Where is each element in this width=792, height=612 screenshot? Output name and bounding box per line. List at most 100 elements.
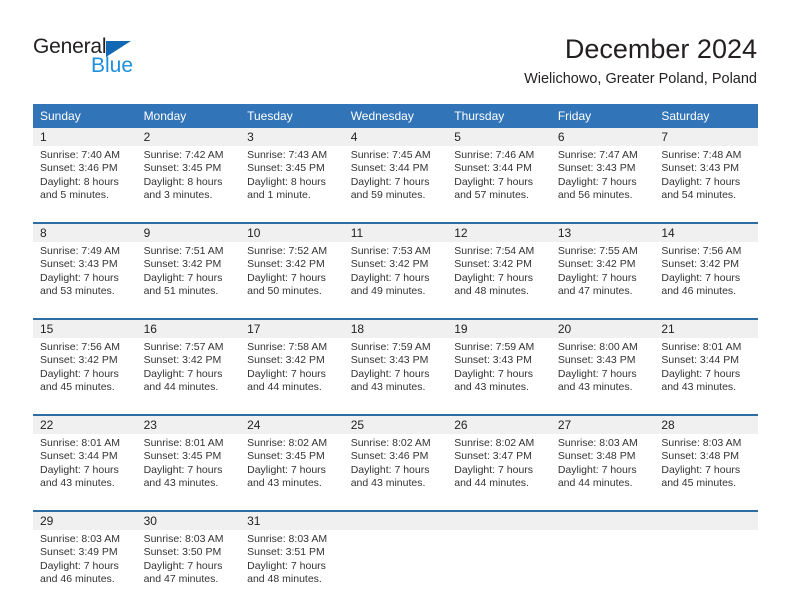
day-number[interactable]: 16: [137, 320, 241, 338]
day-cell[interactable]: Sunrise: 8:00 AM Sunset: 3:43 PM Daylight:…: [551, 338, 655, 406]
day-cell[interactable]: Sunrise: 8:03 AM Sunset: 3:48 PM Daylight:…: [551, 434, 655, 502]
day-cell[interactable]: Sunrise: 8:03 AM Sunset: 3:51 PM Daylight:…: [240, 530, 344, 598]
day-cell[interactable]: Sunrise: 7:45 AM Sunset: 3:44 PM Daylight:…: [344, 146, 448, 214]
day-number[interactable]: 13: [551, 224, 655, 242]
day-cell[interactable]: Sunrise: 7:56 AM Sunset: 3:42 PM Daylight:…: [33, 338, 137, 406]
daylight-text: Daylight: 7 hours: [350, 271, 430, 284]
logo-text-blue: Blue: [91, 54, 134, 77]
day-cell[interactable]: Sunrise: 7:47 AM Sunset: 3:43 PM Daylight:…: [551, 146, 655, 214]
day-cell[interactable]: Sunrise: 7:57 AM Sunset: 3:42 PM Daylight:…: [137, 338, 241, 406]
day-cell[interactable]: Sunrise: 8:03 AM Sunset: 3:48 PM Daylight:…: [654, 434, 758, 502]
sunrise-text: Sunrise: 7:46 AM: [454, 149, 535, 161]
day-number[interactable]: 27: [551, 416, 655, 434]
sunrise-text: Sunrise: 7:42 AM: [143, 149, 224, 161]
day-cell[interactable]: Sunrise: 8:01 AM Sunset: 3:45 PM Daylight:…: [137, 434, 241, 502]
sunrise-text: Sunrise: 7:43 AM: [247, 149, 328, 161]
day-cell: [447, 530, 551, 598]
day-number[interactable]: 31: [240, 512, 344, 530]
day-number[interactable]: 6: [551, 128, 655, 146]
daylight-text: Daylight: 7 hours: [454, 175, 534, 188]
day-cell[interactable]: Sunrise: 8:02 AM Sunset: 3:46 PM Daylight:…: [344, 434, 448, 502]
sunrise-text: Sunrise: 7:59 AM: [454, 341, 535, 353]
day-cell[interactable]: Sunrise: 7:55 AM Sunset: 3:42 PM Daylight:…: [551, 242, 655, 310]
day-detail-band: Sunrise: 7:56 AM Sunset: 3:42 PM Daylight:…: [33, 338, 758, 406]
day-number-band: 22 23 24 25 26 27 28: [33, 416, 758, 434]
day-number[interactable]: 30: [137, 512, 241, 530]
sunset-text: Sunset: 3:44 PM: [40, 450, 118, 463]
day-number[interactable]: 14: [654, 224, 758, 242]
day-number[interactable]: 10: [240, 224, 344, 242]
sunset-text: Sunset: 3:47 PM: [454, 450, 532, 463]
daylight-text: Daylight: 7 hours: [40, 559, 119, 572]
day-number[interactable]: 5: [447, 128, 551, 146]
sunset-text: Sunset: 3:43 PM: [557, 162, 636, 175]
day-cell[interactable]: Sunrise: 8:03 AM Sunset: 3:50 PM Daylight:…: [137, 530, 241, 598]
daylight-text: and 56 minutes.: [557, 189, 633, 202]
sunset-text: Sunset: 3:45 PM: [247, 162, 325, 175]
sunrise-text: Sunrise: 8:02 AM: [350, 437, 431, 449]
day-cell[interactable]: Sunrise: 7:59 AM Sunset: 3:43 PM Daylight:…: [344, 338, 448, 406]
day-number[interactable]: 20: [551, 320, 655, 338]
day-detail-band: Sunrise: 8:01 AM Sunset: 3:44 PM Daylight:…: [33, 434, 758, 502]
daylight-text: and 43 minutes.: [661, 381, 737, 394]
day-number[interactable]: 9: [137, 224, 241, 242]
day-cell[interactable]: Sunrise: 8:02 AM Sunset: 3:47 PM Daylight:…: [447, 434, 551, 502]
sunrise-text: Sunrise: 8:03 AM: [247, 533, 328, 545]
day-cell[interactable]: Sunrise: 7:54 AM Sunset: 3:42 PM Daylight:…: [447, 242, 551, 310]
day-cell[interactable]: Sunrise: 7:58 AM Sunset: 3:42 PM Daylight:…: [240, 338, 344, 406]
day-number[interactable]: 12: [447, 224, 551, 242]
calendar-weeks: 1 2 3 4 5 6 7 Sunrise: 7:40 AM Sunset: 3:46 PM Da…: [33, 128, 758, 598]
day-cell[interactable]: Sunrise: 7:43 AM Sunset: 3:45 PM Daylight:…: [240, 146, 344, 214]
day-cell[interactable]: Sunrise: 7:59 AM Sunset: 3:43 PM Daylight:…: [447, 338, 551, 406]
sunset-text: Sunset: 3:46 PM: [40, 162, 118, 175]
day-number[interactable]: 24: [240, 416, 344, 434]
sunrise-text: Sunrise: 7:57 AM: [143, 341, 224, 353]
day-number[interactable]: 8: [33, 224, 137, 242]
day-cell[interactable]: Sunrise: 7:56 AM Sunset: 3:42 PM Daylight:…: [654, 242, 758, 310]
day-detail-band: Sunrise: 7:49 AM Sunset: 3:43 PM Daylight:…: [33, 242, 758, 310]
day-number[interactable]: 18: [344, 320, 448, 338]
day-number[interactable]: 7: [654, 128, 758, 146]
day-cell[interactable]: Sunrise: 7:40 AM Sunset: 3:46 PM Daylight:…: [33, 146, 137, 214]
day-cell[interactable]: Sunrise: 7:48 AM Sunset: 3:43 PM Daylight:…: [654, 146, 758, 214]
day-cell[interactable]: Sunrise: 7:49 AM Sunset: 3:43 PM Daylight:…: [33, 242, 137, 310]
day-number[interactable]: 21: [654, 320, 758, 338]
day-cell[interactable]: Sunrise: 8:01 AM Sunset: 3:44 PM Daylight:…: [33, 434, 137, 502]
day-number[interactable]: 23: [137, 416, 241, 434]
day-cell[interactable]: Sunrise: 7:52 AM Sunset: 3:42 PM Daylight:…: [240, 242, 344, 310]
weekday-header-wednesday: Wednesday: [350, 109, 414, 123]
day-number[interactable]: 29: [33, 512, 137, 530]
day-number[interactable]: 3: [240, 128, 344, 146]
day-cell[interactable]: Sunrise: 8:02 AM Sunset: 3:45 PM Daylight:…: [240, 434, 344, 502]
day-number[interactable]: 15: [33, 320, 137, 338]
day-number[interactable]: 22: [33, 416, 137, 434]
sunset-text: Sunset: 3:42 PM: [454, 258, 532, 271]
day-number[interactable]: 1: [33, 128, 137, 146]
day-cell[interactable]: Sunrise: 8:01 AM Sunset: 3:44 PM Daylight:…: [654, 338, 758, 406]
day-cell[interactable]: Sunrise: 7:53 AM Sunset: 3:42 PM Daylight:…: [344, 242, 448, 310]
day-number[interactable]: 2: [137, 128, 241, 146]
day-number[interactable]: 19: [447, 320, 551, 338]
day-number: [447, 512, 551, 530]
weekday-header-row: Sunday Monday Tuesday Wednesday Thursday…: [33, 104, 758, 128]
day-number[interactable]: 17: [240, 320, 344, 338]
weekday-header-saturday: Saturday: [661, 109, 710, 123]
daylight-text: Daylight: 7 hours: [40, 271, 119, 284]
sunset-text: Sunset: 3:43 PM: [350, 354, 429, 367]
daylight-text: and 44 minutes.: [454, 477, 529, 490]
day-number[interactable]: 28: [654, 416, 758, 434]
daylight-text: Daylight: 7 hours: [454, 271, 534, 284]
daylight-text: and 53 minutes.: [40, 285, 115, 298]
day-number[interactable]: 25: [344, 416, 448, 434]
day-number[interactable]: 4: [344, 128, 448, 146]
generalblue-logo[interactable]: General Blue: [33, 36, 153, 82]
day-cell[interactable]: Sunrise: 8:03 AM Sunset: 3:49 PM Daylight:…: [33, 530, 137, 598]
day-number[interactable]: 26: [447, 416, 551, 434]
page-title: December 2024: [564, 34, 757, 64]
day-number[interactable]: 11: [344, 224, 448, 242]
day-number-band: 15 16 17 18 19 20 21: [33, 320, 758, 338]
day-cell[interactable]: Sunrise: 7:46 AM Sunset: 3:44 PM Daylight:…: [447, 146, 551, 214]
day-cell[interactable]: Sunrise: 7:51 AM Sunset: 3:42 PM Daylight:…: [137, 242, 241, 310]
sunset-text: Sunset: 3:45 PM: [143, 162, 222, 175]
day-cell[interactable]: Sunrise: 7:42 AM Sunset: 3:45 PM Daylight:…: [137, 146, 241, 214]
